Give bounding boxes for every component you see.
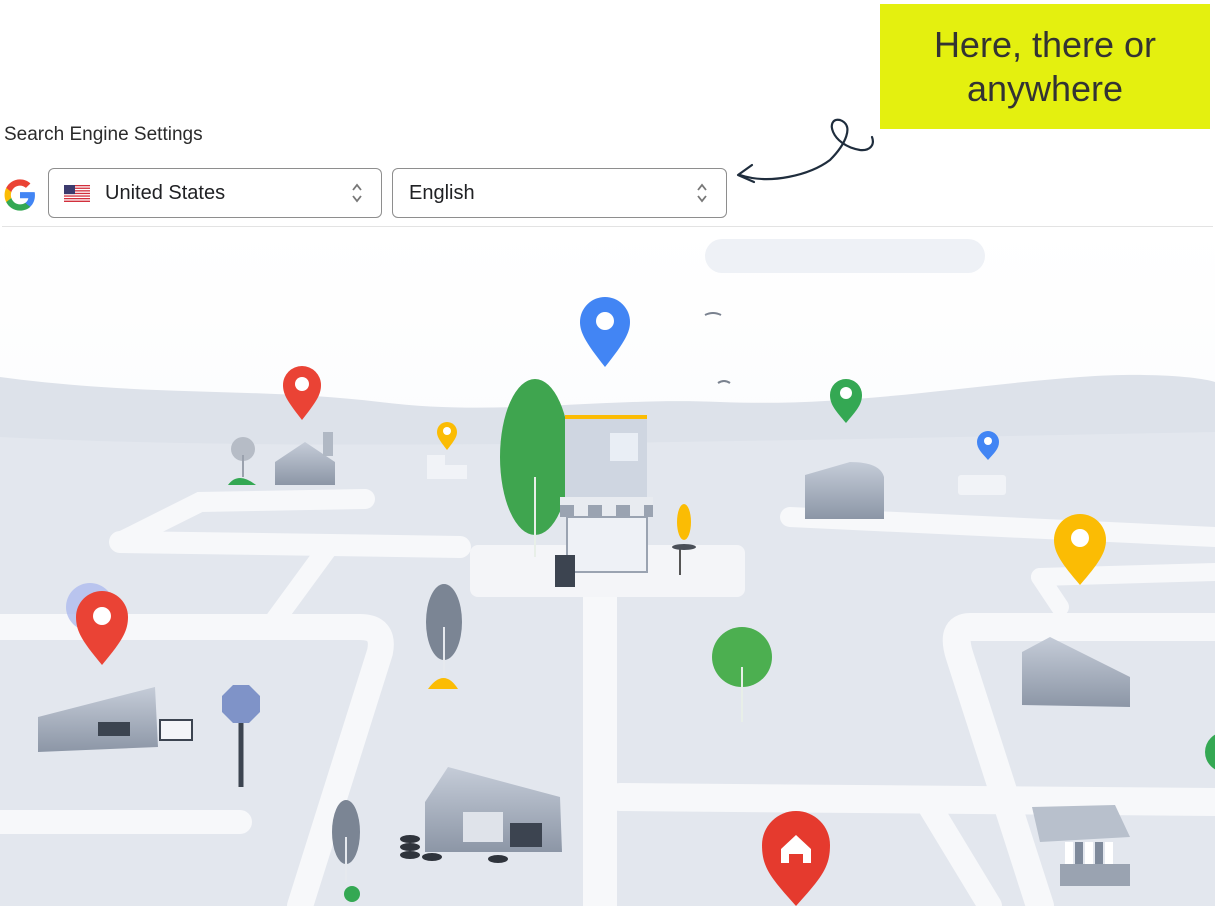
tree [677,504,691,540]
country-select[interactable]: United States [48,168,382,218]
small-building [958,475,1006,495]
chevron-up-down-icon [697,183,707,203]
callout-text: Here, there or anywhere [933,23,1157,109]
language-select[interactable]: English [392,168,727,218]
google-logo-icon [4,179,35,211]
chevron-up-down-icon [352,183,362,203]
map-illustration [0,227,1215,906]
cloud [705,239,985,273]
us-flag-icon [64,185,90,202]
language-select-value: English [409,182,475,204]
callout-banner: Here, there or anywhere [880,4,1210,129]
curved-arrow-icon [736,118,874,184]
page-title: Search Engine Settings [4,124,203,145]
country-select-value: United States [105,182,226,204]
